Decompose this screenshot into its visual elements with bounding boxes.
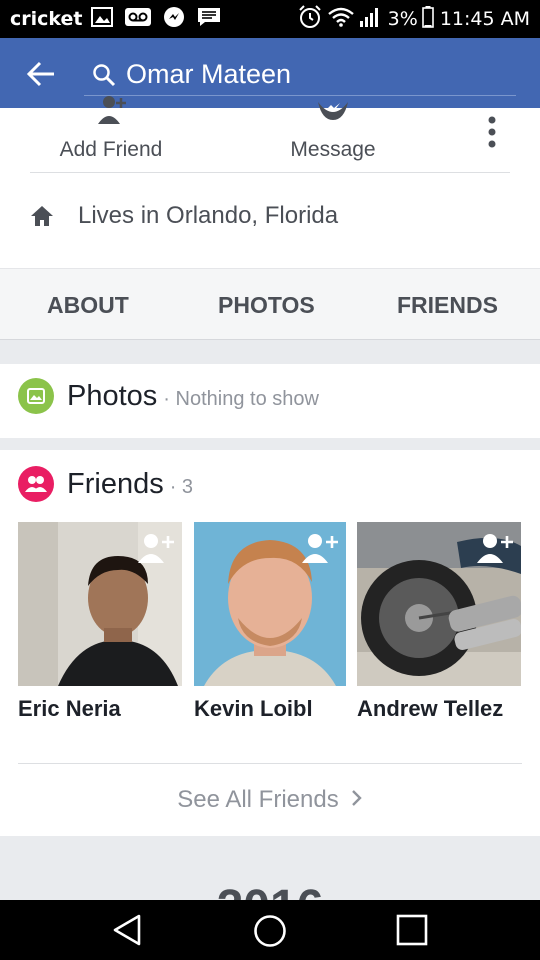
search-icon [93, 63, 116, 86]
tab-about[interactable]: ABOUT [47, 269, 129, 341]
photos-section: Photos · Nothing to show [0, 364, 540, 438]
voicemail-icon [124, 7, 151, 31]
see-all-friends-link[interactable]: See All Friends [0, 786, 540, 814]
photos-subtitle: · Nothing to show [163, 387, 319, 410]
more-options-button[interactable] [480, 114, 504, 150]
photos-title: Photos [67, 379, 158, 412]
profile-tabs: ABOUT PHOTOS FRIENDS [0, 268, 540, 340]
friends-section: Friends · 3 Eric Neria Kevin Loibl Andre… [0, 450, 540, 836]
add-friend-label: Add Friend [59, 138, 163, 161]
add-friend-icon [98, 96, 126, 124]
friends-icon [18, 466, 54, 502]
divider [30, 172, 510, 173]
more-vertical-icon [488, 116, 496, 148]
recents-square-icon[interactable] [396, 914, 428, 951]
back-triangle-icon[interactable] [112, 914, 142, 951]
friend-name[interactable]: Andrew Tellez [357, 696, 521, 722]
friend-photo[interactable] [357, 522, 521, 686]
add-friend-icon[interactable] [136, 532, 174, 569]
friend-name[interactable]: Kevin Loibl [194, 696, 358, 722]
message-label: Message [290, 138, 376, 161]
add-friend-button[interactable]: Add Friend [30, 96, 192, 168]
add-friend-icon[interactable] [475, 532, 513, 569]
messenger-icon [163, 6, 185, 33]
alarm-icon [298, 4, 322, 34]
status-bar: cricket 3% 11:45 AM [0, 0, 540, 38]
message-button[interactable]: Message [250, 102, 416, 168]
system-nav-bar [0, 900, 540, 960]
friend-name[interactable]: Eric Neria [18, 696, 182, 722]
photos-header[interactable]: Photos · Nothing to show [18, 378, 319, 414]
friend-card[interactable]: Kevin Loibl [194, 522, 358, 722]
home-icon [31, 206, 53, 226]
profile-actions-card: Add Friend Message Lives in Orlando, Flo… [0, 96, 540, 268]
chat-icon [197, 7, 221, 32]
add-friend-icon[interactable] [300, 532, 338, 569]
carrier-name: cricket [10, 8, 83, 30]
back-button[interactable] [26, 60, 56, 88]
friend-photo[interactable] [194, 522, 346, 686]
signal-icon [359, 7, 382, 32]
friends-title: Friends [67, 467, 164, 500]
chevron-right-icon [351, 786, 363, 814]
friends-count: · 3 [169, 475, 194, 498]
battery-icon [422, 5, 434, 33]
search-bar[interactable]: Omar Mateen [84, 54, 516, 96]
friend-card[interactable]: Eric Neria [18, 522, 182, 722]
arrow-left-icon [26, 61, 54, 87]
app-header: Omar Mateen [0, 38, 540, 108]
year-heading: 2016 [0, 878, 540, 900]
clock: 11:45 AM [439, 8, 530, 30]
friends-header[interactable]: Friends · 3 [18, 466, 193, 502]
friend-card[interactable]: Andrew Tellez [357, 522, 521, 722]
image-icon [90, 6, 113, 32]
home-circle-icon[interactable] [253, 914, 287, 953]
messenger-icon [318, 102, 348, 120]
lives-in-text: Lives in Orlando, Florida [78, 202, 339, 229]
battery-percent: 3% [387, 8, 418, 30]
tab-photos[interactable]: PHOTOS [218, 269, 315, 341]
photos-icon [18, 378, 54, 414]
search-input[interactable]: Omar Mateen [126, 59, 291, 90]
lives-in-row: Lives in Orlando, Florida [30, 202, 338, 230]
friend-photo[interactable] [18, 522, 182, 686]
wifi-icon [327, 7, 354, 32]
divider [18, 763, 522, 764]
tab-friends[interactable]: FRIENDS [397, 269, 498, 341]
see-all-label: See All Friends [177, 786, 339, 813]
